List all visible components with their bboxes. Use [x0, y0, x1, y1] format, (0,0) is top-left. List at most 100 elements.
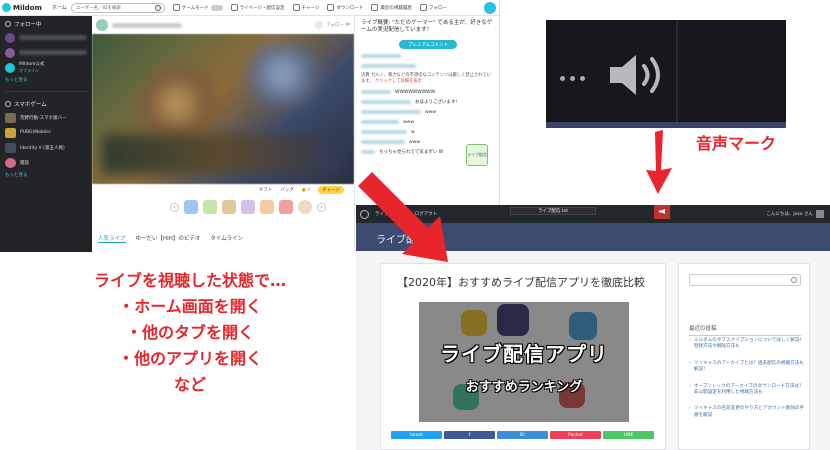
- sidebar-game-item[interactable]: 荒野行動-スマホ版バー: [0, 110, 92, 125]
- user-avatar[interactable]: [484, 2, 496, 14]
- toggle-switch[interactable]: [210, 4, 223, 11]
- gift-link[interactable]: ギフト: [259, 187, 273, 193]
- speaker-icon[interactable]: [654, 205, 670, 219]
- gift-item[interactable]: [203, 200, 217, 214]
- plus-icon: [315, 21, 324, 29]
- history-link[interactable]: 最近の視聴履歴: [371, 4, 412, 11]
- bag-link[interactable]: バッグ: [280, 187, 294, 193]
- hero-subtitle: おすすめランキング: [465, 380, 583, 395]
- gamepad-icon: [172, 4, 180, 11]
- search-input[interactable]: [689, 274, 801, 286]
- chat-warning: 決算 ガルノ、暴力などの不適切なコンテンツは厳しく禁止されています。 クリックし…: [361, 73, 492, 84]
- article-title[interactable]: 【2020年】おすすめライブ配信アプリを徹底比較: [397, 274, 645, 290]
- recent-posts-list: › ミルダムのサブスクリプションについて詳しく解説！登録方法や解除方法も › ツイキ…: [689, 338, 805, 429]
- caption-line: など: [173, 375, 206, 394]
- gift-item[interactable]: [260, 200, 274, 214]
- gift-item[interactable]: [298, 200, 312, 214]
- games-section-title: スマホゲーム: [0, 96, 92, 110]
- search-icon[interactable]: [154, 4, 161, 11]
- streamer-avatar[interactable]: [96, 19, 108, 31]
- admin-item[interactable]: ログアウト: [415, 211, 438, 217]
- heart-icon: [5, 21, 11, 27]
- speaker-icon[interactable]: [606, 52, 668, 98]
- list-item[interactable]: › オープンレックのアーカイブのダウンロード方法は？非公開設定を利用した視聴方法も: [689, 384, 805, 397]
- article-card: 【2020年】おすすめライブ配信アプリを徹底比較 ライブ配信アプリ おすすめラン…: [380, 263, 666, 450]
- sidebar-game-item[interactable]: 雑談: [0, 155, 92, 170]
- live-settings-link[interactable]: ライベージ・配信設定: [230, 4, 285, 11]
- composite-image: Mildom ホーム ユーザー名／IDを検索 ゲームモード ライベージ・配信設定…: [0, 0, 830, 450]
- chat-message: [355, 61, 499, 71]
- mildom-topbar: Mildom ホーム ユーザー名／IDを検索 ゲームモード ライベージ・配信設定…: [0, 0, 499, 16]
- volume-label: 音声マーク: [696, 134, 777, 153]
- follow-button[interactable]: フォロー 中: [315, 21, 350, 29]
- mildom-sidebar: フォロー中 Mildom公式 オフライン もっと見る スマホゲーム 荒野行動-ス…: [0, 16, 92, 252]
- video-player[interactable]: [92, 34, 354, 184]
- smartphone-icon: [5, 101, 11, 107]
- gift-item[interactable]: [241, 200, 255, 214]
- arrow-to-speaker: [646, 130, 672, 194]
- list-item[interactable]: › ミルダムのサブスクリプションについて詳しく解説！登録方法や解除方法も: [689, 338, 805, 351]
- live-badge[interactable]: ライブ配信: [466, 144, 488, 166]
- site-header: ライブ配信: [356, 223, 830, 251]
- volume-closeup: [546, 20, 786, 128]
- show-more-link[interactable]: もっと見る: [0, 170, 92, 182]
- game-mode-toggle[interactable]: ゲームモード: [172, 4, 223, 11]
- sidebar-item-mildom-official[interactable]: Mildom公式 オフライン: [0, 60, 92, 75]
- caption-line: ・他のタブを開く: [125, 323, 254, 342]
- chevron-right-icon[interactable]: ›: [317, 202, 326, 212]
- divider: [676, 20, 678, 128]
- list-item[interactable]: › ツイキャスのアーカイブとは？過去配信の視聴方法も解説！: [689, 361, 805, 374]
- sidebar-game-item[interactable]: PUBG(Mobile): [0, 125, 92, 140]
- search-icon[interactable]: [791, 277, 797, 283]
- mildom-logo-icon: [2, 3, 11, 12]
- charge-button[interactable]: チャージ: [318, 186, 344, 194]
- sidebar-followed-channel[interactable]: [0, 30, 92, 45]
- game-icon: [5, 157, 16, 168]
- caption-line: ・ホーム画面を開く: [118, 297, 262, 316]
- premium-comment-button[interactable]: プレミアムコメント: [399, 40, 457, 49]
- coin-icon: [292, 4, 300, 11]
- list-item[interactable]: › ツイキャスの名前変更のやり方とアカウント削除の手順を解説: [689, 406, 805, 419]
- share-line-button[interactable]: LINE: [603, 431, 654, 439]
- admin-item[interactable]: ライブ: [375, 211, 389, 217]
- gift-item[interactable]: [279, 200, 293, 214]
- details-link[interactable]: クリックして詳細を表示: [375, 79, 422, 84]
- mildom-logo[interactable]: Mildom: [2, 3, 42, 12]
- caption-line: ライブを視聴した状態で…: [93, 271, 286, 290]
- live-tab[interactable]: ライブ配信.txt: [510, 207, 596, 215]
- avatar: [5, 62, 15, 73]
- download-link[interactable]: ダウンロード: [327, 4, 363, 11]
- gift-bar: ギフト バッグ ● 9 チャージ: [92, 184, 354, 196]
- share-pocket-button[interactable]: Pocket: [550, 431, 601, 439]
- tab-videos[interactable]: ゆーだい【HIH】のビデオ: [136, 234, 201, 243]
- gift-item[interactable]: [222, 200, 236, 214]
- sidebar: 最近の投稿 › ミルダムのサブスクリプションについて詳しく解説！登録方法や解除方法…: [678, 263, 810, 450]
- admin-user[interactable]: こんにちは、Jose さん: [766, 210, 824, 218]
- wordpress-icon[interactable]: [360, 209, 369, 219]
- hero-image[interactable]: ライブ配信アプリ おすすめランキング: [419, 302, 629, 422]
- follow-link[interactable]: フォロー: [419, 4, 447, 11]
- avatar: [5, 47, 15, 58]
- search-input[interactable]: ユーザー名／IDを検索: [70, 2, 165, 13]
- nav-home-link[interactable]: ホーム: [52, 4, 67, 11]
- sidebar-game-item[interactable]: Identity V (第五人格): [0, 140, 92, 155]
- tab-timeline[interactable]: タイムライン: [210, 234, 243, 243]
- tab-popular-live[interactable]: 人気ライブ: [98, 234, 126, 243]
- chevron-left-icon[interactable]: ‹: [170, 202, 179, 212]
- share-facebook-button[interactable]: f: [444, 431, 495, 439]
- show-more-link[interactable]: もっと見る: [0, 75, 92, 87]
- chat-message: www: [355, 107, 499, 117]
- stream-header: フォロー 中: [92, 16, 354, 34]
- gift-item[interactable]: [184, 200, 198, 214]
- admin-item[interactable]: + 新規: [395, 211, 409, 217]
- chevron-right-icon: ›: [689, 383, 691, 389]
- charge-link[interactable]: チャージ: [292, 4, 319, 11]
- sidebar-followed-channel[interactable]: [0, 45, 92, 60]
- clock-icon: [371, 4, 379, 11]
- share-hatena-button[interactable]: B!: [497, 431, 548, 439]
- chat-message: www: [355, 117, 499, 127]
- site-title[interactable]: ライブ配信: [376, 231, 426, 246]
- download-icon: [327, 4, 335, 11]
- content-tabs: 人気ライブ ゆーだい【HIH】のビデオ タイムライン: [98, 234, 243, 243]
- share-twitter-button[interactable]: tweet: [391, 431, 442, 439]
